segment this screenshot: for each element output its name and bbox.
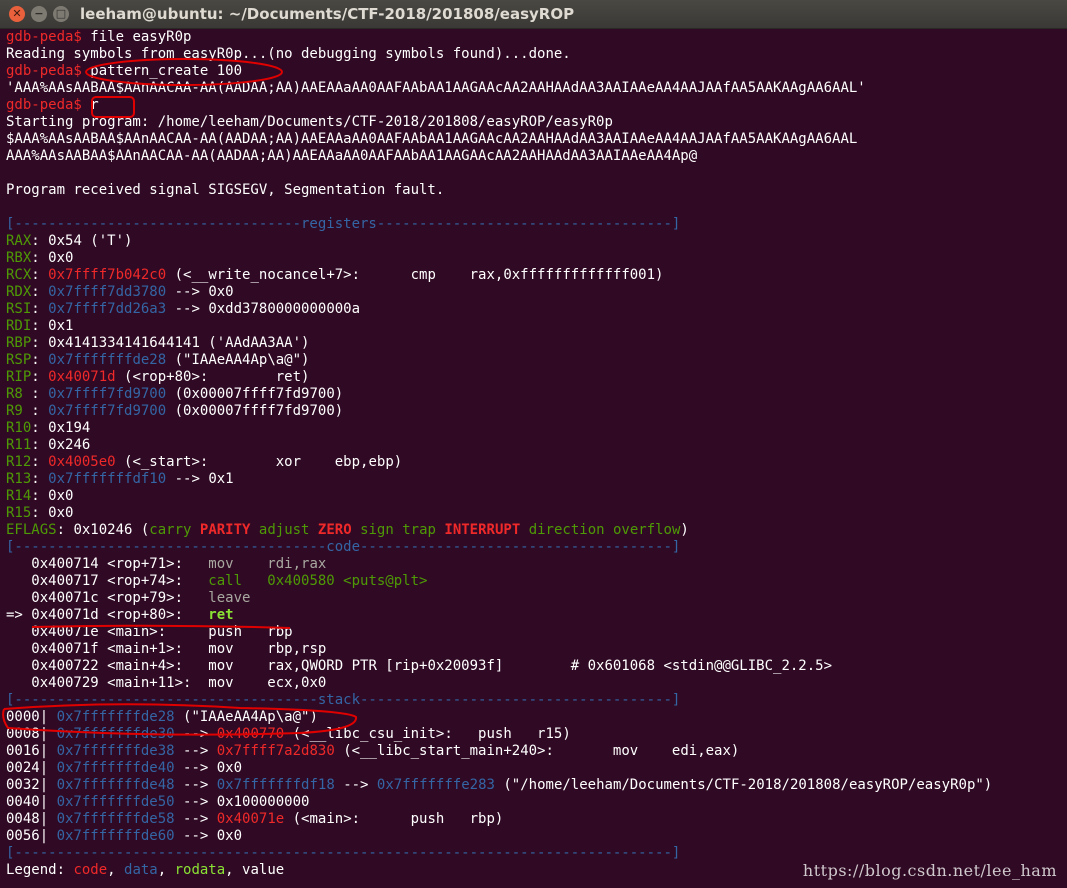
terminal-output[interactable]: gdb-peda$ file easyR0p Reading symbols f… xyxy=(0,29,1067,888)
gdb-prompt: gdb-peda$ xyxy=(6,63,82,79)
code-line: 0x400717 <rop+74>: call 0x400580 <puts@p… xyxy=(6,573,428,589)
reading-symbols-line: Reading symbols from easyR0p...(no debug… xyxy=(6,46,571,62)
gdb-command: r xyxy=(90,97,99,113)
code-line: 0x40071f <main+1>: mov rbp,rsp xyxy=(6,641,327,657)
close-icon: ✕ xyxy=(12,7,22,20)
window-title: leeham@ubuntu: ~/Documents/CTF-2018/2018… xyxy=(80,5,575,23)
section-end-line: [---------------------------------------… xyxy=(6,845,681,861)
register-rcx: RCX: 0x7ffff7b042c0 (<__write_nocancel+7… xyxy=(6,267,664,283)
stack-line: 0056| 0x7fffffffde60 --> 0x0 xyxy=(6,828,243,844)
register-rdx: RDX: 0x7ffff7dd3780 --> 0x0 xyxy=(6,284,234,300)
register-rdi: RDI: 0x1 xyxy=(6,318,74,334)
signal-line: Program received signal SIGSEGV, Segment… xyxy=(6,182,445,198)
terminal-line: gdb-peda$ r xyxy=(6,97,99,114)
stack-section-header: [------------------------------------sta… xyxy=(6,692,681,708)
register-rsp: RSP: 0x7fffffffde28 ("IAAeAA4Ap\a@") xyxy=(6,352,310,368)
window-titlebar: ✕ − □ leeham@ubuntu: ~/Documents/CTF-201… xyxy=(0,0,1067,29)
stack-line: 0016| 0x7fffffffde38 --> 0x7ffff7a2d830 … xyxy=(6,743,740,759)
register-r11: R11: 0x246 xyxy=(6,437,91,453)
legend-line: Legend: code, data, rodata, value xyxy=(6,862,285,878)
register-rbp: RBP: 0x4141334141644141 ('AAdAA3AA') xyxy=(6,335,310,351)
stack-line: 0024| 0x7fffffffde40 --> 0x0 xyxy=(6,760,243,776)
register-eflags: EFLAGS: 0x10246 (carry PARITY adjust ZER… xyxy=(6,522,689,538)
window-close-button[interactable]: ✕ xyxy=(9,6,25,22)
gdb-prompt: gdb-peda$ xyxy=(6,29,82,45)
code-line: 0x40071e <main>: push rbp xyxy=(6,624,293,640)
code-line: 0x400714 <rop+71>: mov rdi,rax xyxy=(6,556,327,572)
code-line-current: => 0x40071d <rop+80>: ret xyxy=(6,607,234,623)
maximize-icon: □ xyxy=(55,7,67,20)
gdb-command: file easyR0p xyxy=(90,29,192,45)
code-line: 0x40071c <rop+79>: leave xyxy=(6,590,251,606)
register-r10: R10: 0x194 xyxy=(6,420,91,436)
register-r9: R9 : 0x7ffff7fd9700 (0x00007ffff7fd9700) xyxy=(6,403,344,419)
gdb-prompt: gdb-peda$ xyxy=(6,97,82,113)
register-rax: RAX: 0x54 ('T') xyxy=(6,233,133,249)
input-echo-line: $AAA%AAsAABAA$AAnAACAA-AA(AADAA;AA)AAEAA… xyxy=(6,131,858,147)
stack-line: 0040| 0x7fffffffde50 --> 0x100000000 xyxy=(6,794,310,810)
register-rip: RIP: 0x40071d (<rop+80>: ret) xyxy=(6,369,310,385)
register-rbx: RBX: 0x0 xyxy=(6,250,74,266)
register-r12: R12: 0x4005e0 (<_start>: xor ebp,ebp) xyxy=(6,454,403,470)
stack-line: 0000| 0x7fffffffde28 ("IAAeAA4Ap\a@") xyxy=(6,709,318,725)
register-r13: R13: 0x7fffffffdf10 --> 0x1 xyxy=(6,471,234,487)
starting-program-line: Starting program: /home/leeham/Documents… xyxy=(6,114,613,130)
stack-line: 0048| 0x7fffffffde58 --> 0x40071e (<main… xyxy=(6,811,504,827)
code-line: 0x400729 <main+11>: mov ecx,0x0 xyxy=(6,675,327,691)
register-r15: R15: 0x0 xyxy=(6,505,74,521)
pattern-output: 'AAA%AAsAABAA$AAnAACAA-AA(AADAA;AA)AAEAA… xyxy=(6,80,866,96)
register-rsi: RSI: 0x7ffff7dd26a3 --> 0xdd378000000000… xyxy=(6,301,361,317)
terminal-line: gdb-peda$ file easyR0p xyxy=(6,29,191,46)
register-r8: R8 : 0x7ffff7fd9700 (0x00007ffff7fd9700) xyxy=(6,386,344,402)
register-r14: R14: 0x0 xyxy=(6,488,74,504)
minimize-icon: − xyxy=(34,7,44,20)
stack-line: 0008| 0x7fffffffde30 --> 0x400770 (<__li… xyxy=(6,726,571,742)
output-echo-line: AAA%AAsAABAA$AAnAACAA-AA(AADAA;AA)AAEAAa… xyxy=(6,148,698,164)
gdb-command: pattern_create 100 xyxy=(90,63,243,79)
registers-section-header: [----------------------------------regis… xyxy=(6,216,681,232)
terminal-line: gdb-peda$ pattern_create 100 xyxy=(6,63,242,80)
csdn-watermark: https://blog.csdn.net/lee_ham xyxy=(802,861,1057,880)
window-minimize-button[interactable]: − xyxy=(31,6,47,22)
stack-line: 0032| 0x7fffffffde48 --> 0x7fffffffdf18 … xyxy=(6,777,993,793)
code-line: 0x400722 <main+4>: mov rax,QWORD PTR [ri… xyxy=(6,658,833,674)
window-maximize-button[interactable]: □ xyxy=(53,6,69,22)
code-section-header: [-------------------------------------co… xyxy=(6,539,681,555)
